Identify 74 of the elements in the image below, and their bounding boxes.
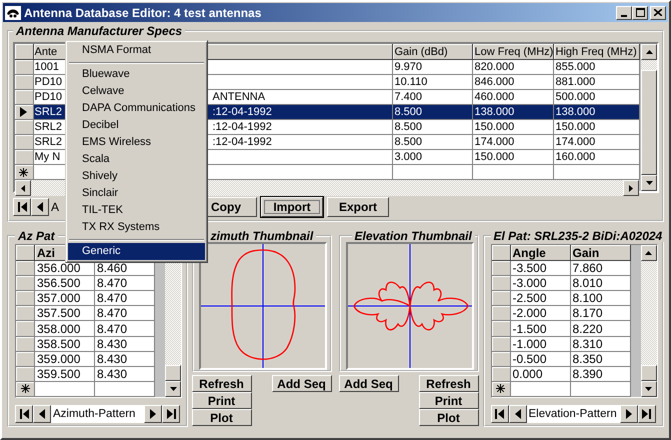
action-button[interactable]: Import xyxy=(261,197,323,217)
table-cell: 8.430 xyxy=(94,366,154,382)
record-caption: Azimuth-Pattern xyxy=(51,405,144,423)
column-header[interactable]: High Freq (MHz) xyxy=(553,44,639,60)
table-cell: 8.500 xyxy=(392,104,472,120)
table-cell: 8.470 xyxy=(94,320,154,336)
group-title: zimuth Thumbnail xyxy=(210,230,314,242)
table-cell: 359.000 xyxy=(34,351,94,366)
table-cell: 846.000 xyxy=(472,74,553,90)
table-cell: 8.500 xyxy=(392,134,472,150)
column-header[interactable]: Gain (dBd) xyxy=(392,44,472,60)
table-cell: 855.000 xyxy=(553,60,639,74)
table-cell: 357.000 xyxy=(34,290,94,306)
table-cell: 8.470 xyxy=(94,290,154,306)
action-button[interactable]: Export xyxy=(327,197,389,217)
plot-button[interactable]: Refresh xyxy=(192,375,252,392)
table-cell: -1.000 xyxy=(510,336,570,352)
table-cell: 150.000 xyxy=(472,150,553,164)
table-cell: -1.500 xyxy=(510,320,570,336)
table-cell: 7.860 xyxy=(570,260,630,276)
table-cell: 8.430 xyxy=(94,351,154,366)
table-cell: 0.000 xyxy=(510,366,570,382)
table-cell: 8.350 xyxy=(570,351,630,366)
table-cell: -2.500 xyxy=(510,290,570,306)
add-seq-button[interactable]: Add Seq xyxy=(272,375,332,392)
table-cell: 174.000 xyxy=(553,134,639,150)
table-cell: 160.000 xyxy=(553,150,639,164)
table-cell: 150.000 xyxy=(472,120,553,134)
table-cell: 8.100 xyxy=(570,290,630,306)
table-cell: 8.010 xyxy=(570,276,630,291)
group-title: Antenna Manufacturer Specs xyxy=(14,25,184,37)
table-cell: 174.000 xyxy=(472,134,553,150)
table-cell: 820.000 xyxy=(472,60,553,74)
column-header[interactable]: Gain xyxy=(570,245,630,261)
table-cell: 881.000 xyxy=(553,74,639,90)
plot-button[interactable]: Plot xyxy=(192,409,252,426)
column-header[interactable]: Angle xyxy=(510,245,570,261)
menu-item[interactable]: TX RX Systems xyxy=(68,219,205,236)
table-cell: 8.170 xyxy=(570,306,630,321)
group-title: Elevation Thumbnail xyxy=(354,230,473,242)
table-cell: 357.500 xyxy=(34,306,94,321)
record-caption: Elevation-Pattern xyxy=(526,405,620,423)
table-cell: 356.500 xyxy=(34,276,94,291)
window-title: Antenna Database Editor: 4 test antennas xyxy=(24,6,262,20)
table-cell: 10.110 xyxy=(392,74,472,90)
table-cell: 8.500 xyxy=(392,120,472,134)
plot-button[interactable]: Print xyxy=(192,392,252,409)
table-cell: 150.000 xyxy=(553,120,639,134)
group-title: Az Pat xyxy=(16,230,56,242)
table-cell: -2.000 xyxy=(510,306,570,321)
plot-button[interactable]: Refresh xyxy=(418,375,478,392)
table-cell: 9.970 xyxy=(392,60,472,74)
table-cell: 358.500 xyxy=(34,336,94,352)
menu-item[interactable]: Shively xyxy=(68,168,205,185)
table-cell: -3.000 xyxy=(510,276,570,291)
menu-item[interactable]: NSMA Format xyxy=(68,42,205,59)
table-cell: 8.470 xyxy=(94,276,154,291)
table-cell: -0.500 xyxy=(510,351,570,366)
table-cell: 8.430 xyxy=(94,336,154,352)
table-cell: 138.000 xyxy=(472,104,553,120)
table-cell: 8.310 xyxy=(570,336,630,352)
table-cell: 358.000 xyxy=(34,320,94,336)
table-cell: 8.220 xyxy=(570,320,630,336)
table-cell: 138.000 xyxy=(553,104,639,120)
table-cell: 359.500 xyxy=(34,366,94,382)
table-cell: 8.390 xyxy=(570,366,630,382)
table-cell: 8.470 xyxy=(94,306,154,321)
table-cell: 3.000 xyxy=(392,150,472,164)
plot-button[interactable]: Print xyxy=(418,392,478,409)
group-title: El Pat: SRL235-2 BiDi:A02024 xyxy=(492,230,664,242)
menu-item[interactable]: Generic xyxy=(68,243,205,260)
plot-button[interactable]: Plot xyxy=(418,409,478,426)
table-cell: -3.500 xyxy=(510,260,570,276)
add-seq-button[interactable]: Add Seq xyxy=(338,375,398,392)
